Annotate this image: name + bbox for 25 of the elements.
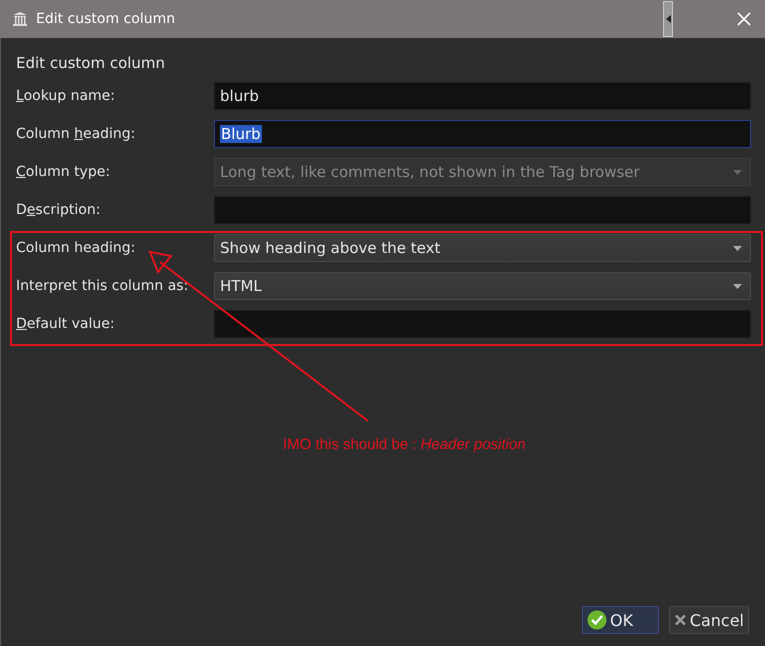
form-heading: Edit custom column (16, 53, 166, 74)
field-label: Column heading: (16, 240, 136, 256)
field-label: Column type: (16, 164, 112, 180)
field-label: Column heading: (16, 126, 136, 142)
cancel-button[interactable]: Cancel (669, 606, 749, 634)
field-label: Interpret this column as: (16, 278, 190, 294)
input-field[interactable]: Blurb (214, 120, 751, 148)
close-icon[interactable] (737, 12, 751, 26)
dropdown-arrow-icon (733, 246, 742, 250)
annotation-note: IMO this should be : Header position (283, 436, 526, 453)
pillar-icon (12, 11, 28, 27)
ok-button[interactable]: OK (582, 606, 659, 634)
input-field[interactable] (214, 310, 751, 338)
field-label: Default value: (16, 316, 116, 332)
splitter-handle[interactable] (663, 1, 673, 37)
checkmark-icon (587, 610, 607, 630)
input-field[interactable]: blurb (214, 82, 751, 110)
dropdown[interactable]: Show heading above the text (214, 234, 751, 262)
window-title: Edit custom column (36, 11, 176, 27)
dropdown-arrow-icon (733, 170, 742, 174)
field-label: Description: (16, 202, 102, 218)
input-field[interactable] (214, 196, 751, 224)
dropdown[interactable]: HTML (214, 272, 751, 300)
dropdown-arrow-icon (733, 284, 742, 288)
field-label: Lookup name: (16, 88, 116, 104)
